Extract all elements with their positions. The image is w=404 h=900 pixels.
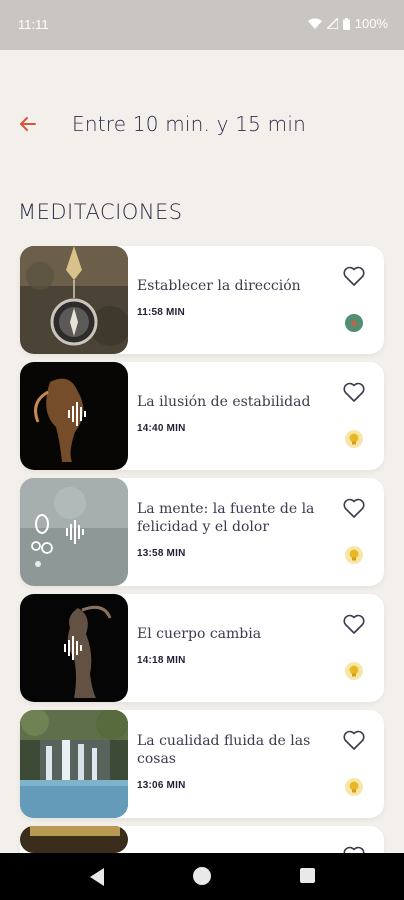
nav-recents-icon[interactable] xyxy=(300,868,315,883)
meditation-duration: 14:18 MIN xyxy=(137,655,186,666)
meditation-duration: 14:40 MIN xyxy=(137,423,186,434)
level-badge xyxy=(345,314,363,332)
compass-image xyxy=(20,246,128,354)
meditation-thumbnail xyxy=(20,594,128,702)
meditation-title: La mente: la fuente de la felicidad y el… xyxy=(137,501,315,535)
section-title: MEDITACIONES xyxy=(18,200,183,224)
thumbnail-image xyxy=(20,826,128,853)
favorite-button[interactable] xyxy=(342,381,366,403)
status-icons: 100% xyxy=(307,16,388,31)
lotus-icon xyxy=(345,314,363,332)
meditation-title: El cuerpo cambia xyxy=(137,626,262,642)
level-badge xyxy=(345,430,363,448)
lightbulb-icon xyxy=(345,662,363,680)
meditation-thumbnail xyxy=(20,362,128,470)
battery-icon xyxy=(342,17,350,30)
meditation-duration: 13:06 MIN xyxy=(137,780,186,791)
heart-icon xyxy=(343,266,365,286)
favorite-button[interactable] xyxy=(342,729,366,751)
meditation-card[interactable]: La ilusión de estabilidad 14:40 MIN xyxy=(20,362,384,470)
heart-icon xyxy=(343,730,365,750)
status-time: 11:11 xyxy=(18,17,49,32)
meditation-title: La ilusión de estabilidad xyxy=(137,394,311,410)
dancer-image xyxy=(20,362,128,470)
level-badge xyxy=(345,546,363,564)
lightbulb-icon xyxy=(345,430,363,448)
heart-icon xyxy=(343,498,365,518)
signal-icon xyxy=(326,18,338,29)
favorite-button[interactable] xyxy=(342,265,366,287)
lightbulb-icon xyxy=(345,546,363,564)
favorite-button[interactable] xyxy=(342,613,366,635)
status-bar: 11:11 100% xyxy=(0,0,404,50)
system-nav-bar xyxy=(0,853,404,900)
waterfall-image xyxy=(20,710,128,818)
meditation-card[interactable]: La mente: la fuente de la felicidad y el… xyxy=(20,478,384,586)
meditation-thumbnail xyxy=(20,710,128,818)
meditation-card[interactable]: Establecer la dirección 11:58 MIN xyxy=(20,246,384,354)
meditation-thumbnail xyxy=(20,246,128,354)
battery-percent: 100% xyxy=(354,16,388,31)
meditation-title: Establecer la dirección xyxy=(137,278,301,294)
wifi-icon xyxy=(307,18,322,29)
back-button[interactable] xyxy=(16,112,40,136)
bubbles-image xyxy=(20,478,128,586)
heart-icon xyxy=(343,382,365,402)
nav-back-icon[interactable] xyxy=(88,867,106,887)
level-badge xyxy=(345,662,363,680)
arrow-left-icon xyxy=(20,117,36,131)
meditation-card[interactable]: El cuerpo cambia 14:18 MIN xyxy=(20,594,384,702)
meditation-thumbnail xyxy=(20,478,128,586)
heart-icon xyxy=(343,614,365,634)
header: Entre 10 min. y 15 min xyxy=(0,100,404,150)
meditation-duration: 11:58 MIN xyxy=(137,307,185,318)
meditation-card[interactable]: La cualidad fluida de las cosas 13:06 MI… xyxy=(20,710,384,818)
nav-home-icon[interactable] xyxy=(193,867,211,885)
favorite-button[interactable] xyxy=(342,497,366,519)
meditation-thumbnail xyxy=(20,826,128,853)
meditation-title: La cualidad fluida de las cosas xyxy=(137,733,311,767)
level-badge xyxy=(345,778,363,796)
page-title: Entre 10 min. y 15 min xyxy=(72,112,306,136)
meditation-duration: 13:58 MIN xyxy=(137,548,186,559)
lightbulb-icon xyxy=(345,778,363,796)
dancer-image xyxy=(20,594,128,702)
